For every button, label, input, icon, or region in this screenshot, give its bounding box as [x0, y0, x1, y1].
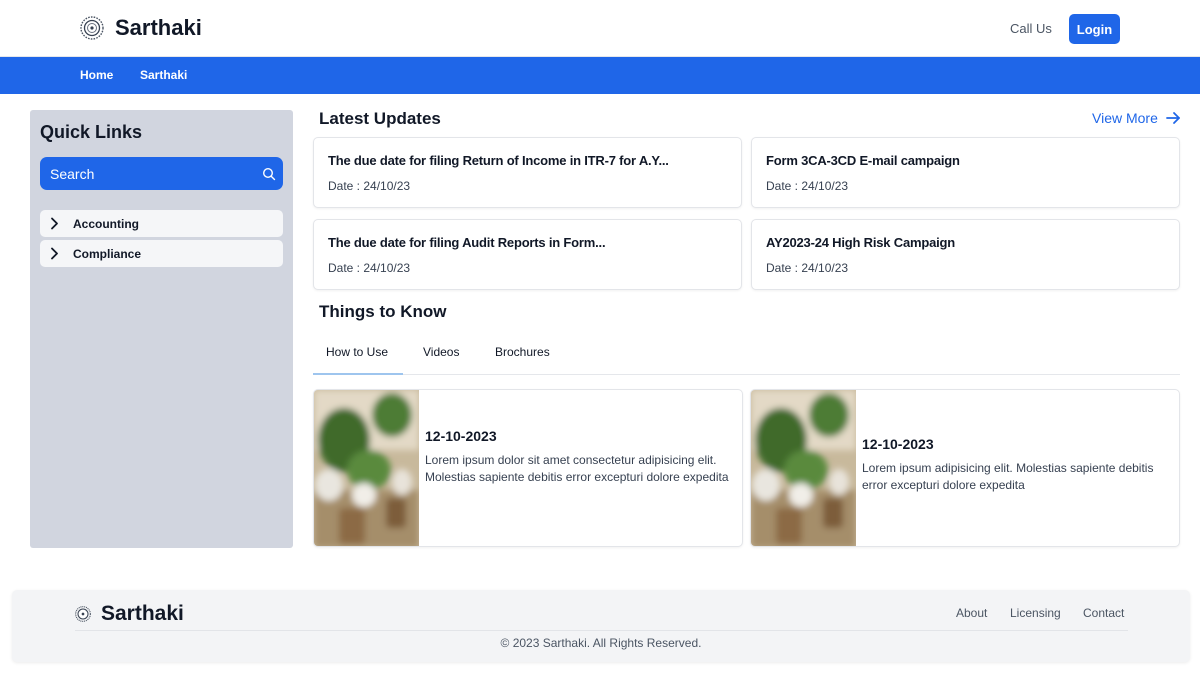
sidebar-title: Quick Links	[40, 122, 143, 142]
search-icon[interactable]	[262, 167, 276, 181]
arrow-right-icon[interactable]	[1166, 111, 1181, 125]
chevron-right-icon	[51, 217, 58, 230]
update-card[interactable]: Form 3CA-3CD E-mail campaign Date : 24/1…	[751, 137, 1180, 208]
tab-brochures[interactable]: Brochures	[495, 345, 550, 360]
sidebar-item-label: Accounting	[73, 217, 139, 231]
info-card-date: 12-10-2023	[862, 436, 934, 452]
plant-photo	[314, 390, 419, 546]
update-title: AY2023-24 High Risk Campaign	[766, 235, 955, 250]
update-title: The due date for filing Return of Income…	[328, 153, 669, 168]
update-card[interactable]: The due date for filing Return of Income…	[313, 137, 742, 208]
footer-link-licensing[interactable]: Licensing	[1010, 606, 1061, 621]
latest-updates-title: Latest Updates	[319, 109, 441, 128]
tabs-divider	[313, 374, 1180, 375]
footer-link-contact[interactable]: Contact	[1083, 606, 1124, 621]
sidebar-item-compliance[interactable]: Compliance	[40, 240, 283, 267]
quick-links-sidebar: Quick Links Accounting Compliance	[30, 110, 293, 548]
update-card[interactable]: AY2023-24 High Risk Campaign Date : 24/1…	[751, 219, 1180, 290]
call-us-link[interactable]: Call Us	[1010, 20, 1052, 38]
things-to-know-title: Things to Know	[319, 302, 447, 321]
plant-photo	[751, 390, 856, 546]
emblem-logo-icon[interactable]	[75, 606, 91, 622]
update-date: Date : 24/10/23	[766, 261, 849, 275]
login-button[interactable]: Login	[1069, 14, 1120, 44]
update-title: Form 3CA-3CD E-mail campaign	[766, 153, 960, 168]
sidebar-item-label: Compliance	[73, 247, 142, 261]
footer-brand[interactable]: Sarthaki	[101, 601, 184, 627]
emblem-logo-icon[interactable]	[80, 16, 104, 40]
view-more-link[interactable]: View More	[1092, 109, 1158, 127]
search-box	[40, 157, 283, 190]
info-card-text: Lorem ipsum adipisicing elit. Molestias …	[862, 461, 1154, 492]
nav-item-home[interactable]: Home	[80, 68, 113, 83]
info-card[interactable]: 12-10-2023 Lorem ipsum adipisicing elit.…	[750, 389, 1180, 547]
site-footer: Sarthaki About Licensing Contact © 2023 …	[12, 590, 1190, 662]
info-card[interactable]: 12-10-2023 Lorem ipsum dolor sit amet co…	[313, 389, 743, 547]
update-date: Date : 24/10/23	[328, 179, 411, 193]
copyright-text: © 2023 Sarthaki. All Rights Reserved.	[500, 636, 702, 650]
update-date: Date : 24/10/23	[766, 179, 849, 193]
nav-item-sarthaki[interactable]: Sarthaki	[140, 68, 187, 83]
footer-link-about[interactable]: About	[956, 606, 987, 621]
chevron-right-icon	[51, 247, 58, 260]
site-header: Sarthaki Call Us Login	[0, 0, 1200, 57]
active-tab-indicator	[313, 373, 403, 375]
site-brand[interactable]: Sarthaki	[115, 14, 202, 42]
info-card-text: Lorem ipsum dolor sit amet consectetur a…	[425, 453, 729, 484]
update-date: Date : 24/10/23	[328, 261, 411, 275]
search-input[interactable]	[40, 157, 255, 190]
tab-how-to-use[interactable]: How to Use	[326, 345, 388, 360]
tab-videos[interactable]: Videos	[423, 345, 459, 360]
info-card-date: 12-10-2023	[425, 428, 497, 444]
sidebar-item-accounting[interactable]: Accounting	[40, 210, 283, 237]
main-nav: Home Sarthaki	[0, 57, 1200, 94]
update-card[interactable]: The due date for filing Audit Reports in…	[313, 219, 742, 290]
update-title: The due date for filing Audit Reports in…	[328, 235, 606, 250]
footer-divider	[75, 630, 1128, 631]
